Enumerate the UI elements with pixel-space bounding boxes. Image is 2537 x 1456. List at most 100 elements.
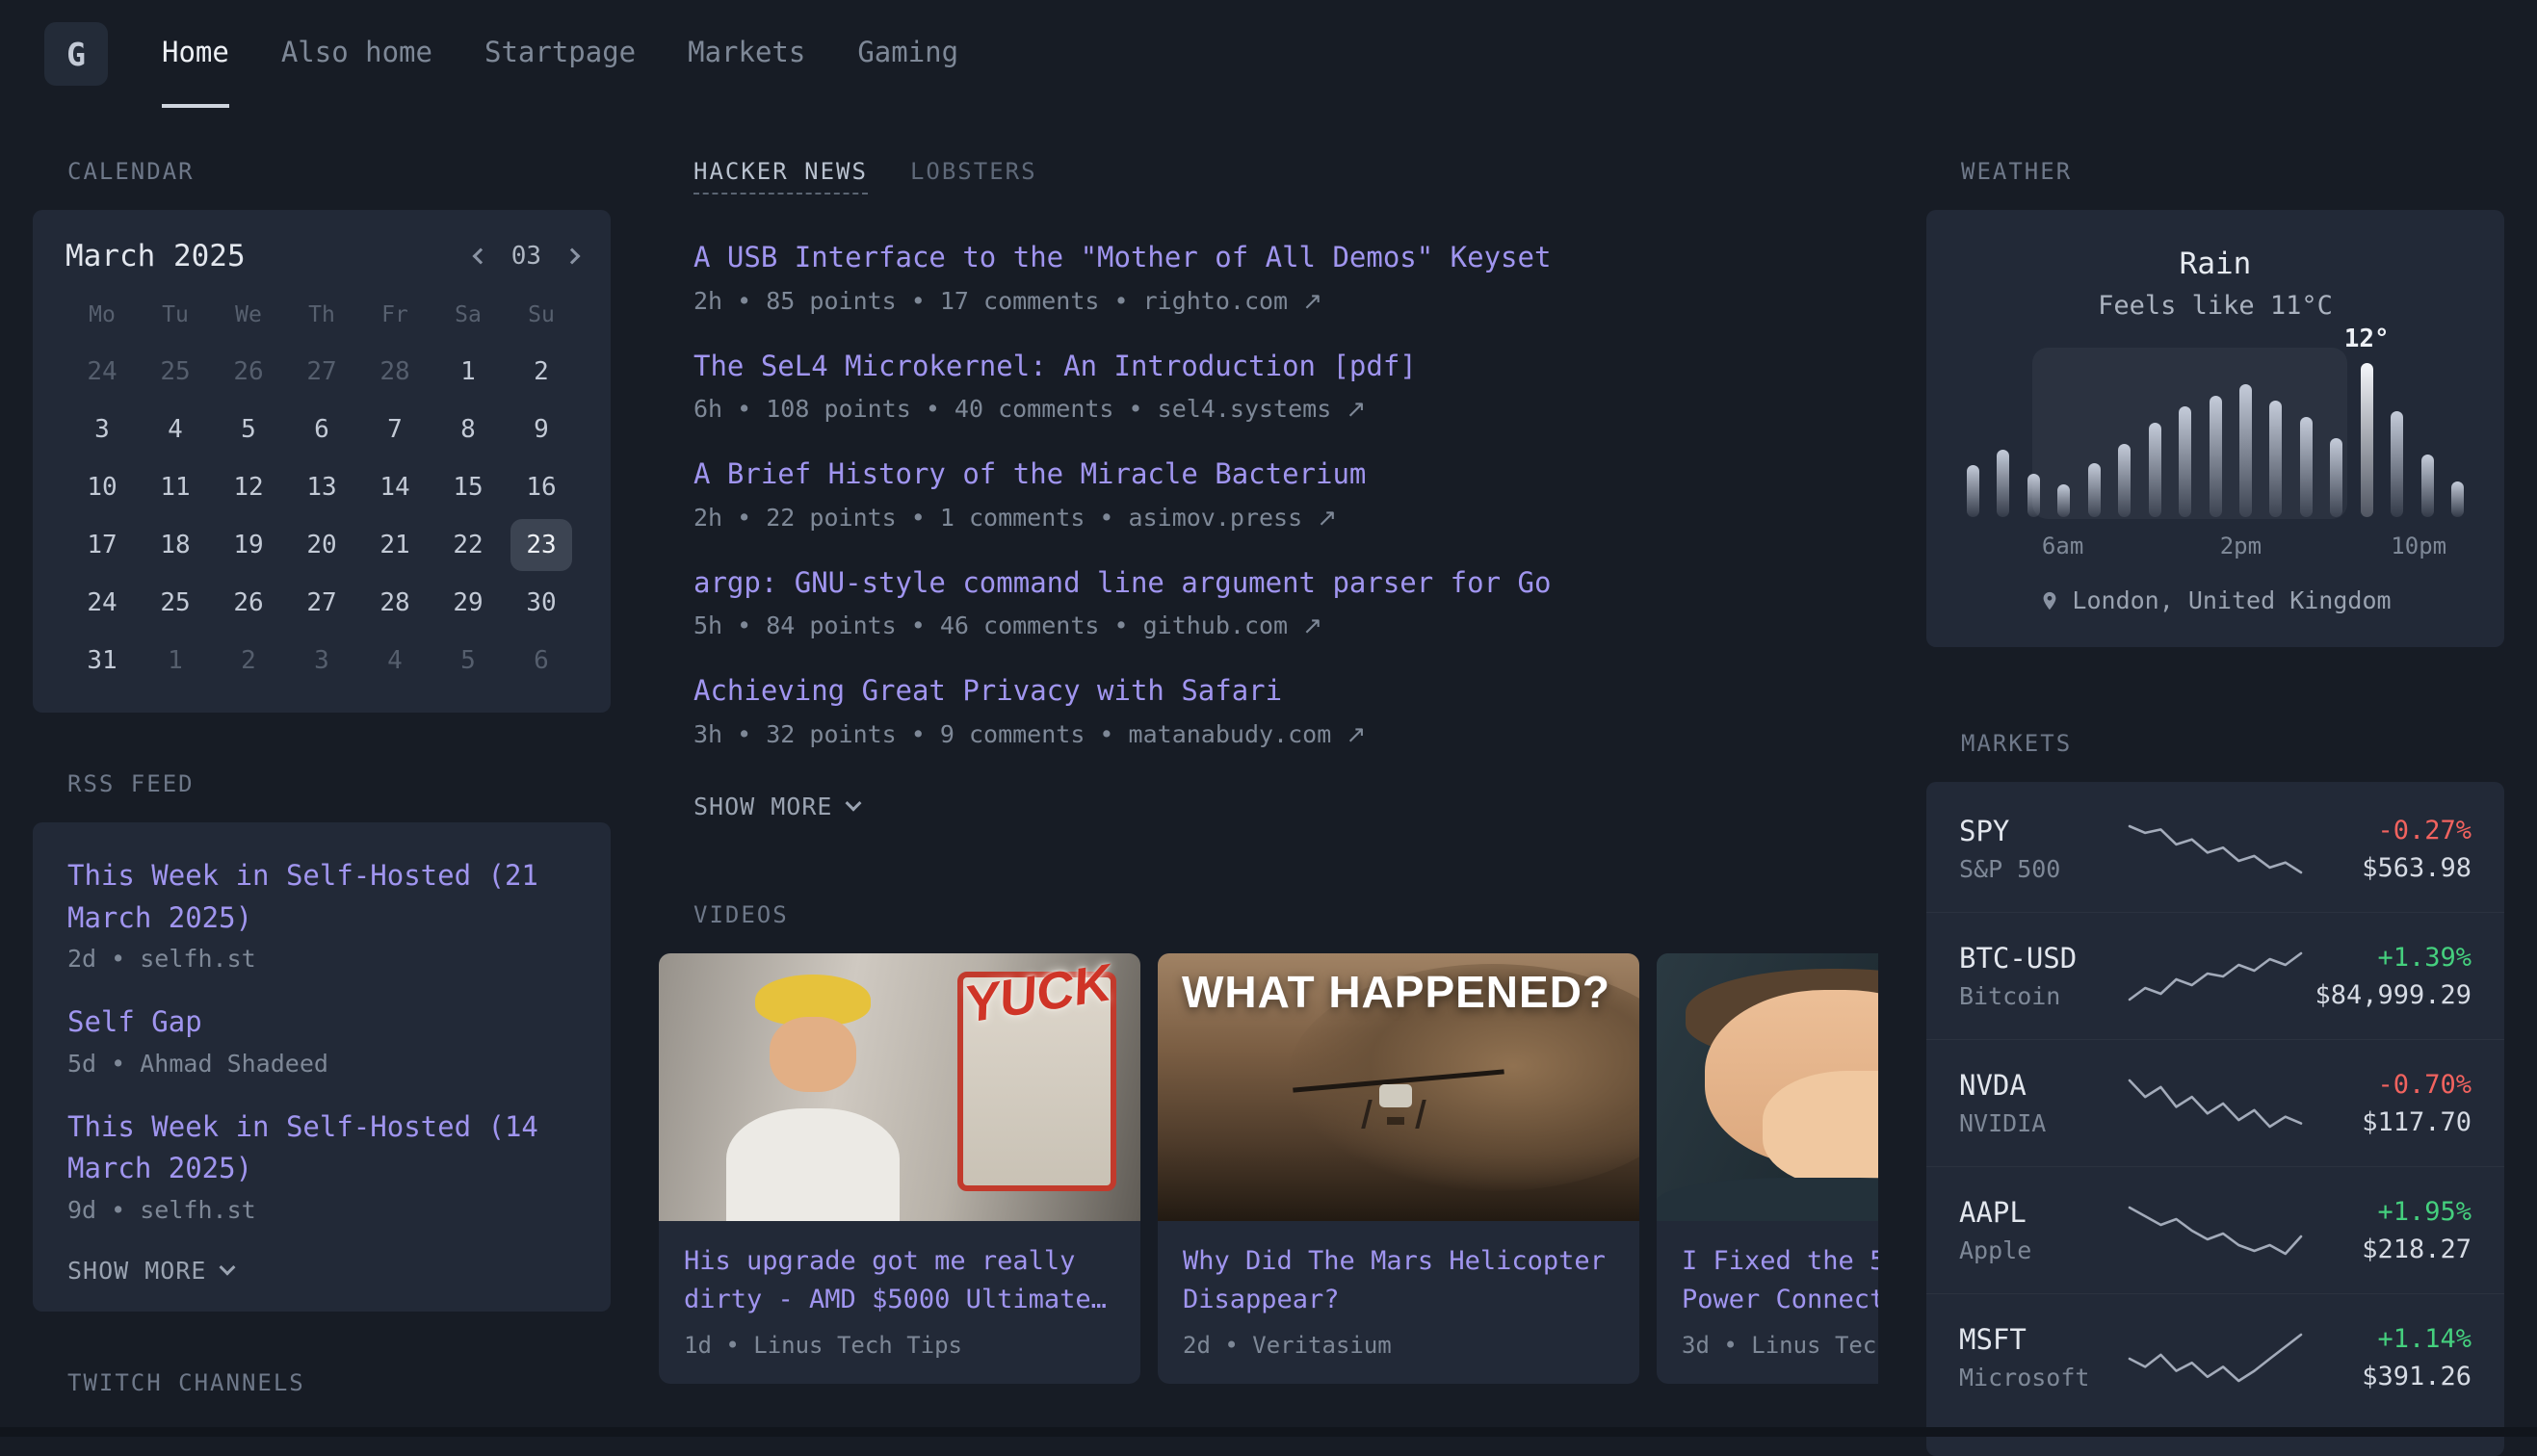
calendar-day[interactable]: 6 [285,401,358,458]
news-item-title[interactable]: Achieving Great Privacy with Safari [693,670,1878,713]
nav-tab-startpage[interactable]: Startpage [484,0,636,108]
news-item-meta-text: 6h • 108 points • 40 comments • sel4.sys… [693,395,1346,423]
calendar-day[interactable]: 5 [432,632,505,689]
nav-tab-also-home[interactable]: Also home [281,0,432,108]
market-row[interactable]: SPY S&P 500 -0.27% $563.98 [1926,786,2504,912]
weather-hour-bar [2269,401,2282,517]
market-symbol: AAPL [1959,1196,2124,1229]
rss-show-more-button[interactable]: SHOW MORE [67,1257,233,1285]
market-quote: +1.39% $84,999.29 [2307,943,2472,1010]
video-card[interactable]: DOTT I Fixed the 5Power Connect 3d • Lin… [1657,953,1878,1384]
calendar-next-icon[interactable] [564,248,581,265]
calendar-day[interactable]: 25 [139,574,212,632]
video-info: I Fixed the 5Power Connect 3d • Linus Te… [1657,1221,1878,1384]
video-card[interactable]: YUCK His upgrade got me reallydirty - AM… [659,953,1140,1384]
news-item-title[interactable]: argp: GNU-style command line argument pa… [693,562,1878,605]
market-sparkline [2124,948,2307,1005]
news-item: Achieving Great Privacy with Safari 3h • … [693,670,1878,748]
calendar-day[interactable]: 8 [432,401,505,458]
calendar-day[interactable]: 18 [139,516,212,574]
market-row[interactable]: AAPL Apple +1.95% $218.27 [1926,1166,2504,1293]
dashboard-columns: CALENDAR March 2025 03 MoTuWeThFrSaSu 24… [0,108,2537,1456]
market-row[interactable]: MSFT Microsoft +1.14% $391.26 [1926,1293,2504,1420]
news-item-meta: 3h • 32 points • 9 comments • matanabudy… [693,720,1878,748]
calendar-month-number: 03 [511,242,541,271]
news-show-more-button[interactable]: SHOW MORE [693,793,859,820]
external-link-icon: ↗ [1302,611,1322,639]
external-link-icon: ↗ [1346,395,1366,423]
calendar-day[interactable]: 4 [139,401,212,458]
video-card[interactable]: WHAT HAPPENED? Why Did The Mars Helicopt… [1158,953,1639,1384]
market-symbol: BTC-USD [1959,942,2124,975]
news-item-title[interactable]: The SeL4 Microkernel: An Introduction [p… [693,346,1878,388]
video-info: Why Did The Mars HelicopterDisappear? 2d… [1158,1221,1639,1384]
calendar-day[interactable]: 3 [285,632,358,689]
tab-lobsters[interactable]: LOBSTERS [910,158,1037,195]
news-item-title[interactable]: A Brief History of the Miracle Bacterium [693,454,1878,496]
news-item-title[interactable]: A USB Interface to the "Mother of All De… [693,237,1878,279]
calendar-day[interactable]: 11 [139,458,212,516]
video-title[interactable]: His upgrade got me reallydirty - AMD $50… [684,1242,1115,1320]
weather-hour-bar [2330,438,2342,517]
calendar-day[interactable]: 26 [212,574,285,632]
weather-widget: Rain Feels like 11°C 12° 6am2pm10pm Lond… [1926,210,2504,647]
calendar-day[interactable]: 1 [139,632,212,689]
calendar-day[interactable]: 25 [139,343,212,401]
calendar-day[interactable]: 7 [358,401,432,458]
calendar-day[interactable]: 20 [285,516,358,574]
calendar-day[interactable]: 27 [285,574,358,632]
calendar-day[interactable]: 28 [358,343,432,401]
calendar-day[interactable]: 5 [212,401,285,458]
calendar-day[interactable]: 23 [505,516,578,574]
calendar-day[interactable]: 28 [358,574,432,632]
calendar-day[interactable]: 2 [505,343,578,401]
calendar-day[interactable]: 9 [505,401,578,458]
market-symbol: MSFT [1959,1323,2124,1356]
calendar-day[interactable]: 26 [212,343,285,401]
news-item-meta-text: 5h • 84 points • 46 comments • github.co… [693,611,1302,639]
calendar-day[interactable]: 22 [432,516,505,574]
rss-item-title[interactable]: Self Gap [67,1001,576,1044]
rss-item-meta: 5d • Ahmad Shadeed [67,1050,576,1078]
calendar-day[interactable]: 31 [65,632,139,689]
nav-tab-markets[interactable]: Markets [688,0,805,108]
video-title[interactable]: I Fixed the 5Power Connect [1682,1242,1878,1320]
calendar-day[interactable]: 19 [212,516,285,574]
weather-time-label: 6am [2042,533,2083,559]
app-logo[interactable]: G [44,22,108,86]
calendar-day[interactable]: 10 [65,458,139,516]
news-item: The SeL4 Microkernel: An Introduction [p… [693,346,1878,424]
video-title[interactable]: Why Did The Mars HelicopterDisappear? [1183,1242,1614,1320]
calendar-day[interactable]: 29 [432,574,505,632]
calendar-day[interactable]: 2 [212,632,285,689]
calendar-prev-icon[interactable] [472,248,488,265]
calendar-day[interactable]: 27 [285,343,358,401]
weather-condition: Rain [1961,247,2470,281]
calendar-day[interactable]: 15 [432,458,505,516]
nav-tab-gaming[interactable]: Gaming [857,0,958,108]
calendar-day[interactable]: 17 [65,516,139,574]
calendar-day[interactable]: 3 [65,401,139,458]
tab-hacker-news[interactable]: HACKER NEWS [693,158,868,195]
calendar-day[interactable]: 30 [505,574,578,632]
calendar-day[interactable]: 6 [505,632,578,689]
rss-item-meta: 2d • selfh.st [67,945,576,973]
calendar-grid: 2425262728123456789101112131415161718192… [65,343,578,689]
calendar-day[interactable]: 21 [358,516,432,574]
market-row[interactable]: BTC-USD Bitcoin +1.39% $84,999.29 [1926,912,2504,1039]
calendar-day[interactable]: 24 [65,574,139,632]
weather-time-label: 2pm [2220,533,2262,559]
calendar-day[interactable]: 1 [432,343,505,401]
nav-tab-home[interactable]: Home [162,0,229,108]
calendar-day[interactable]: 14 [358,458,432,516]
market-row[interactable]: NVDA NVIDIA -0.70% $117.70 [1926,1039,2504,1166]
rss-item-title[interactable]: This Week in Self-Hosted (14 March 2025) [67,1106,576,1190]
calendar-day[interactable]: 16 [505,458,578,516]
weather-time-label: 10pm [2391,533,2446,559]
calendar-day[interactable]: 4 [358,632,432,689]
news-item-meta-text: 2h • 22 points • 1 comments • asimov.pre… [693,504,1317,532]
calendar-day[interactable]: 12 [212,458,285,516]
rss-item-title[interactable]: This Week in Self-Hosted (21 March 2025) [67,855,576,939]
calendar-day[interactable]: 13 [285,458,358,516]
calendar-day[interactable]: 24 [65,343,139,401]
